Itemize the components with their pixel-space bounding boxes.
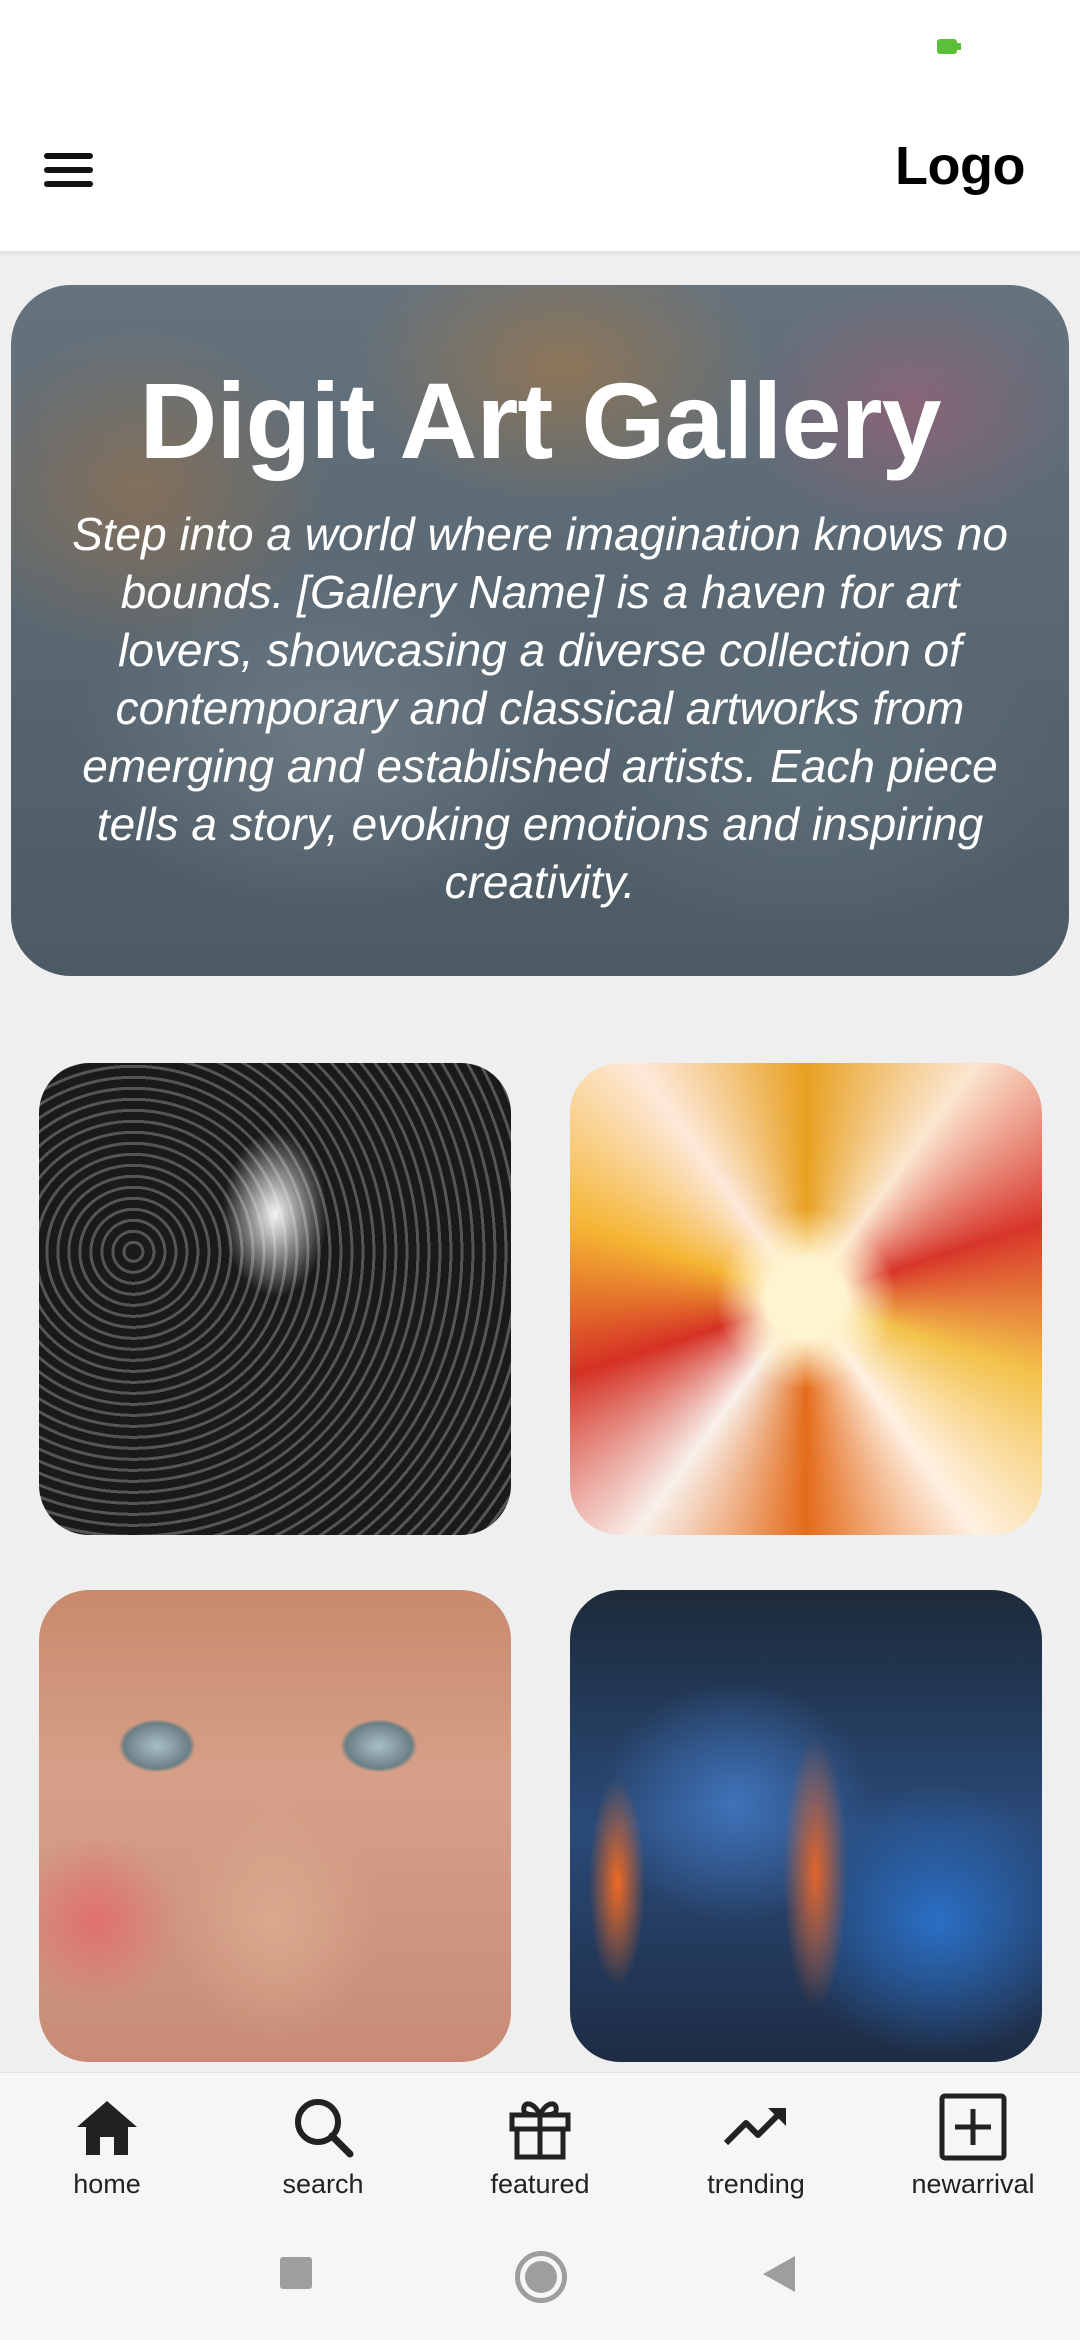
artwork-tile-street-face[interactable] <box>39 1590 511 2062</box>
gift-icon <box>509 2101 571 2160</box>
hero-description: Step into a world where imagination know… <box>72 508 1008 908</box>
nav-label-trending: trending <box>707 2169 805 2199</box>
status-bar <box>0 0 1080 95</box>
camera-indicator-icon <box>937 39 961 54</box>
bottom-navigation: home search featured trending newarrival <box>0 2072 1080 2210</box>
menu-bar-top <box>44 153 93 159</box>
system-home-icon[interactable] <box>515 2251 567 2303</box>
nav-item-trending[interactable]: trending <box>656 2073 856 2211</box>
home-icon <box>77 2101 137 2155</box>
nav-item-search[interactable]: search <box>223 2073 423 2211</box>
nav-item-home[interactable]: home <box>7 2073 207 2211</box>
app-bar: Logo <box>0 95 1080 252</box>
nav-label-newarrival: newarrival <box>911 2169 1035 2199</box>
artwork-tile-blue-abstract[interactable] <box>570 1590 1042 2062</box>
menu-bar-middle <box>44 167 93 173</box>
add-box-icon <box>939 2093 1007 2161</box>
artwork-tile-fluid-burst[interactable] <box>570 1063 1042 1535</box>
nav-label-featured: featured <box>490 2169 590 2199</box>
search-icon <box>295 2099 354 2158</box>
hero-title: Digit Art Gallery <box>139 360 941 481</box>
nav-label-home: home <box>73 2169 141 2199</box>
nav-item-featured[interactable]: featured <box>440 2073 640 2211</box>
hamburger-menu-icon[interactable] <box>44 140 104 200</box>
recent-apps-icon[interactable] <box>280 2257 312 2289</box>
menu-bar-bottom <box>44 181 93 187</box>
trending-up-icon <box>723 2108 786 2146</box>
nav-item-newarrival[interactable]: newarrival <box>873 2073 1073 2211</box>
nav-label-search: search <box>282 2169 364 2199</box>
hero-banner: Digit Art Gallery Step into a world wher… <box>11 285 1069 976</box>
artwork-tile-portrait-sketch[interactable] <box>39 1063 511 1535</box>
system-navigation-bar <box>0 2210 1080 2340</box>
logo-title: Logo <box>895 136 1025 196</box>
back-icon[interactable] <box>763 2256 795 2292</box>
